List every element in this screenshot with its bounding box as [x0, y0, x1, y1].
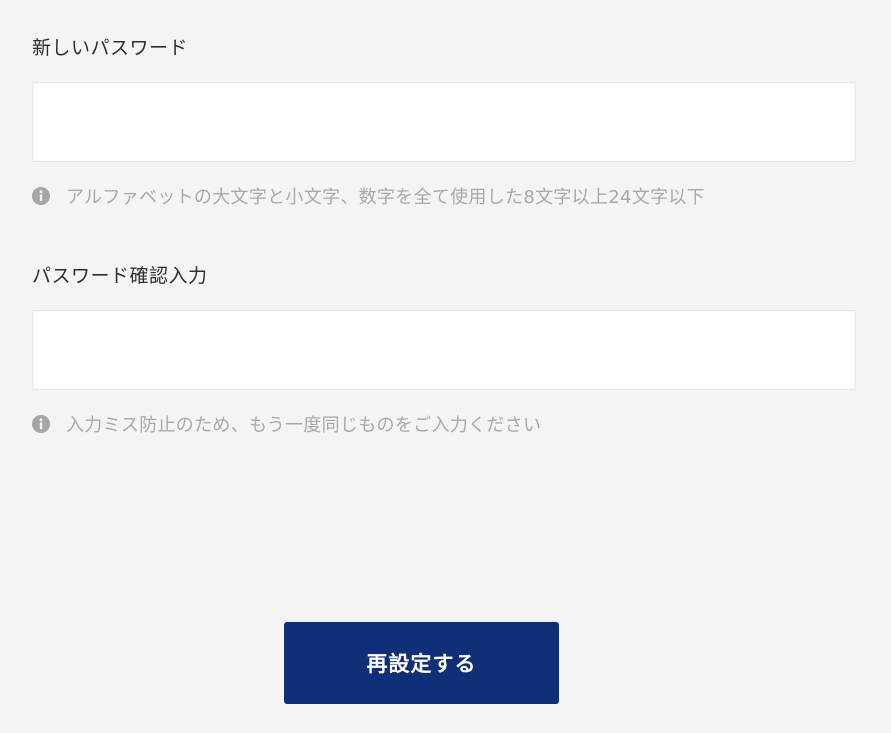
info-circle-icon	[32, 415, 50, 433]
confirm-password-label: パスワード確認入力	[32, 265, 208, 287]
new-password-hint: アルファベットの大文字と小文字、数字を全て使用した8文字以上24文字以下	[32, 183, 705, 209]
confirm-password-hint: 入力ミス防止のため、もう一度同じものをご入力ください	[32, 411, 541, 437]
confirm-password-hint-text: 入力ミス防止のため、もう一度同じものをご入力ください	[66, 415, 542, 436]
new-password-hint-text: アルファベットの大文字と小文字、数字を全て使用した8文字以上24文字以下	[66, 187, 705, 208]
confirm-password-input[interactable]	[32, 310, 856, 390]
new-password-input[interactable]	[32, 82, 856, 162]
password-reset-page: 新しいパスワード アルファベットの大文字と小文字、数字を全て使用した8文字以上2…	[0, 0, 891, 733]
new-password-label: 新しいパスワード	[32, 37, 189, 59]
info-circle-icon	[32, 187, 50, 205]
reset-password-button[interactable]: 再設定する	[284, 622, 559, 704]
